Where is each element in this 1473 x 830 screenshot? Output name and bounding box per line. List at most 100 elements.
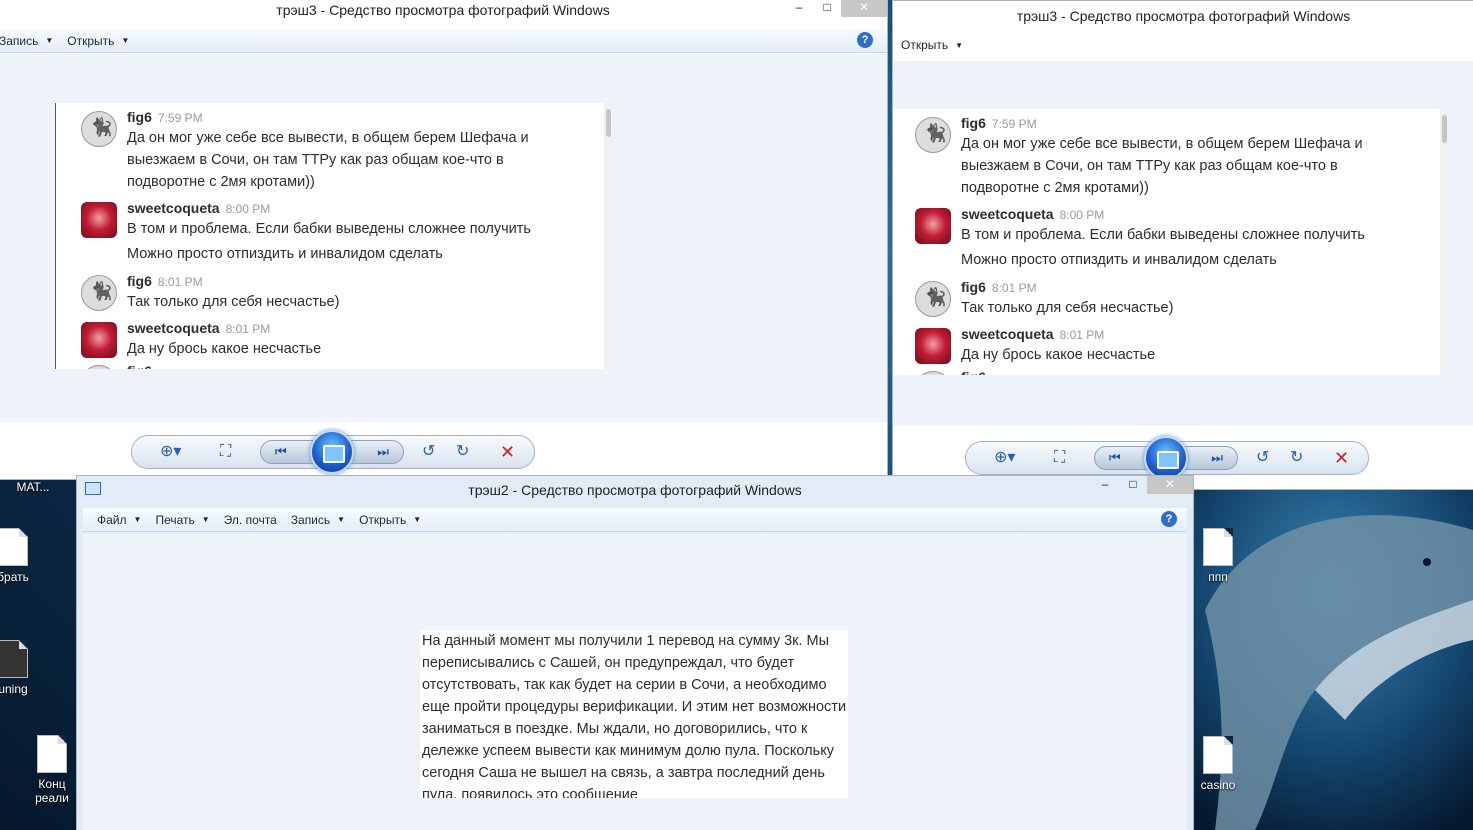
message-time: 8:01 PM	[157, 275, 203, 289]
scrollbar-thumb	[1442, 115, 1447, 143]
menu-label: Открыть	[67, 33, 115, 48]
image-area: fig6 7:59 PM Да он мог уже себе все вывес…	[0, 54, 887, 422]
minimize-button[interactable]: –	[1091, 476, 1119, 494]
desktop-icon-label: Конц реали	[35, 777, 69, 805]
cat-avatar	[81, 365, 117, 369]
zoom-icon[interactable]: ⊕▾	[160, 443, 181, 461]
chevron-down-icon: ▼	[413, 515, 422, 524]
menu-bar: Файл ▼ Печать ▼ Эл. почта Запись ▼ Открыть ▼…	[83, 508, 1187, 532]
menu-fail[interactable]: Файл ▼	[97, 513, 141, 527]
message-author: fig6	[127, 363, 152, 369]
rotate-left-icon[interactable]: ↺	[422, 443, 435, 461]
chevron-down-icon: ▼	[955, 40, 964, 50]
fit-window-icon[interactable]: ⛶	[1054, 449, 1065, 467]
menu-bar: Запись ▼ Открыть ▼ ?	[0, 29, 887, 53]
scrollbar-thumb	[606, 109, 611, 137]
menu-label: Печать	[155, 512, 195, 527]
message-line: Можно просто отпиздить и инвалидом сдела…	[961, 252, 1277, 268]
desktop-icon-label: брать	[0, 570, 29, 584]
desktop-icon-label: uning	[0, 682, 28, 696]
message-line: выезжаем в Сочи, он там ТТРу как раз общ…	[127, 152, 504, 168]
zoom-icon[interactable]: ⊕▾	[994, 449, 1015, 467]
menu-zapis[interactable]: Запись ▼	[0, 34, 53, 48]
slideshow-button[interactable]	[310, 430, 354, 474]
chevron-down-icon: ▼	[45, 36, 54, 45]
file-icon	[1203, 528, 1233, 566]
message-author: sweetcoqueta	[961, 326, 1054, 342]
message-line: Так только для себя несчастье)	[127, 294, 340, 310]
help-icon[interactable]: ?	[1161, 511, 1177, 527]
file-icon	[1203, 736, 1233, 774]
rotate-left-icon[interactable]: ↺	[1256, 449, 1269, 467]
menu-label: Эл. почта	[223, 512, 277, 527]
message-author: fig6	[127, 109, 152, 125]
desktop-icon-brat[interactable]: брать	[0, 528, 48, 584]
slideshow-button[interactable]	[1144, 436, 1188, 480]
red-avatar	[915, 328, 951, 364]
maximize-button[interactable]: □	[813, 0, 841, 17]
next-icon[interactable]: ⏭	[1211, 450, 1223, 466]
viewer-toolbar: ⊕▾ ⛶ ⏮ ⏭ ↺ ↻ ✕	[965, 436, 1369, 480]
fit-window-icon[interactable]: ⛶	[220, 443, 231, 461]
message-author: fig6	[961, 279, 986, 295]
message-line: Да он мог уже себе все вывести, в общем …	[127, 130, 529, 146]
chevron-down-icon: ▼	[201, 515, 210, 524]
document-image-text: На данный момент мы получили 1 перевод н…	[420, 630, 848, 798]
message-line: Да ну брось какое несчастье	[127, 341, 322, 357]
message-line: Да он мог уже себе все вывести, в общем …	[961, 136, 1363, 152]
desktop-icon-konc[interactable]: Конц реали	[26, 735, 78, 805]
cat-avatar	[81, 275, 117, 311]
message-author: sweetcoqueta	[961, 206, 1054, 222]
close-button[interactable]: ✕	[1147, 476, 1193, 494]
menu-zapis[interactable]: Запись ▼	[291, 513, 345, 527]
previous-icon[interactable]: ⏮	[275, 444, 287, 460]
desktop-icon-label: МАТ...	[16, 480, 50, 494]
menu-bar: Открыть ▼	[893, 33, 1473, 57]
cat-avatar	[915, 281, 951, 317]
file-icon	[37, 735, 67, 773]
message-author: fig6	[961, 369, 986, 375]
menu-otkryt[interactable]: Открыть ▼	[67, 34, 129, 48]
message-time: 8:01 PM	[225, 322, 271, 336]
message-line: Можно просто отпиздить и инвалидом сдела…	[127, 246, 443, 262]
menu-label: Открыть	[901, 38, 949, 52]
next-icon[interactable]: ⏭	[377, 444, 389, 460]
photo-viewer-window-top-left[interactable]: трэш3 - Средство просмотра фотографий Wi…	[0, 0, 888, 480]
rotate-right-icon[interactable]: ↻	[456, 443, 469, 461]
chevron-down-icon: ▼	[133, 515, 142, 524]
minimize-button[interactable]: –	[785, 0, 813, 17]
rotate-right-icon[interactable]: ↻	[1290, 449, 1303, 467]
menu-otkryt[interactable]: Открыть ▼	[901, 38, 963, 52]
previous-icon[interactable]: ⏮	[1109, 450, 1121, 466]
desktop-icon-uning[interactable]: uning	[0, 640, 48, 696]
desktop-icon-mat[interactable]: МАТ...	[0, 480, 68, 494]
cat-avatar	[915, 371, 951, 375]
image-area: fig6 7:59 PM Да он мог уже себе все вывес…	[893, 61, 1473, 426]
chevron-down-icon: ▼	[337, 515, 346, 524]
scrollbar	[1440, 109, 1449, 375]
desktop-icon-label: casino	[1200, 778, 1236, 792]
close-button[interactable]: ✕	[841, 0, 887, 17]
message-time: 7:59 PM	[991, 117, 1037, 131]
delete-icon[interactable]: ✕	[500, 443, 515, 461]
maximize-button[interactable]: □	[1119, 476, 1147, 494]
menu-label: Файл	[97, 512, 127, 527]
message-time: 8:00 PM	[225, 202, 271, 216]
chat-screenshot: fig6 7:59 PM Да он мог уже себе все вывес…	[55, 103, 613, 369]
photo-viewer-window-top-right[interactable]: трэш3 - Средство просмотра фотографий Wi…	[892, 0, 1473, 490]
red-avatar	[81, 202, 117, 238]
message-time: 7:59 PM	[157, 111, 203, 125]
menu-otkryt[interactable]: Открыть ▼	[359, 513, 421, 527]
message-line: В том и проблема. Если бабки выведены сл…	[961, 227, 1365, 243]
message-line: подворотне с 2мя кротами))	[961, 180, 1149, 196]
menu-label: Запись	[0, 33, 39, 48]
delete-icon[interactable]: ✕	[1334, 449, 1349, 467]
window-title: трэш3 - Средство просмотра фотографий Wi…	[893, 5, 1473, 29]
cat-avatar	[81, 111, 117, 147]
help-icon[interactable]: ?	[857, 32, 873, 48]
menu-pechat[interactable]: Печать ▼	[155, 513, 209, 527]
message-line: Да ну брось какое несчастье	[961, 347, 1156, 363]
red-avatar	[81, 322, 117, 358]
message-author: fig6	[961, 115, 986, 131]
menu-email[interactable]: Эл. почта	[224, 513, 277, 527]
